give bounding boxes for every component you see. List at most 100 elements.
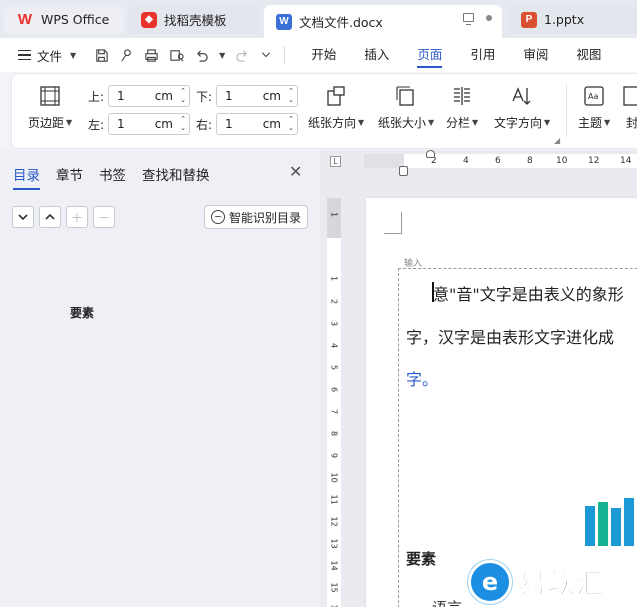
chevron-down-icon: ▼ xyxy=(70,50,77,60)
expand-down-button[interactable] xyxy=(12,206,34,228)
collapse-up-button[interactable] xyxy=(39,206,61,228)
nav-tab-sections[interactable]: 章节 xyxy=(56,164,83,190)
ruler-tick: 6 xyxy=(495,156,501,166)
ruler-tick: 6 xyxy=(329,386,339,393)
orientation-icon xyxy=(327,86,345,106)
margin-left-input[interactable]: 1 cm ⌃ ⌄ xyxy=(108,113,190,135)
ruler-tick: 9 xyxy=(329,452,339,459)
plus-icon: ＋ xyxy=(70,210,83,225)
tab-view[interactable]: 视图 xyxy=(562,38,615,72)
add-toc-item-button[interactable]: ＋ xyxy=(66,206,88,228)
dialog-launcher-icon[interactable]: ◢ xyxy=(554,136,560,145)
tab-find-template[interactable]: ◆ 找稻壳模板 xyxy=(129,5,259,34)
close-icon[interactable]: ✕ xyxy=(289,164,302,180)
columns-button[interactable]: 分栏 ▼ xyxy=(446,84,478,131)
ruler-tick: 8 xyxy=(329,430,339,437)
ruler-tick: 1 xyxy=(329,211,339,218)
margins-button[interactable]: 页边距 ▼ xyxy=(28,84,72,131)
spinner-arrows-icon[interactable]: ⌃ ⌄ xyxy=(288,115,294,133)
spinner-arrows-icon[interactable]: ⌃ ⌄ xyxy=(288,87,294,105)
word-doc-icon: W xyxy=(276,13,292,30)
quick-access-toolbar: ▼ xyxy=(94,48,272,63)
ruler-tick: 4 xyxy=(329,342,339,349)
redo-icon[interactable] xyxy=(235,48,250,63)
nav-tab-toc[interactable]: 目录 xyxy=(13,164,40,190)
unsaved-dot-icon[interactable] xyxy=(486,14,492,21)
margin-bottom-value: 1 xyxy=(225,89,233,103)
margin-top-input[interactable]: 1 cm ⌃ ⌄ xyxy=(108,85,190,107)
more-chevron-icon[interactable] xyxy=(260,49,272,61)
left-indent-handle[interactable] xyxy=(399,166,408,176)
monitor-icon[interactable] xyxy=(463,13,474,25)
embedded-chart-image[interactable] xyxy=(585,498,637,546)
vertical-ruler[interactable]: 1 1 2 3 4 5 6 7 8 9 10 11 12 13 14 15 16 xyxy=(327,198,341,607)
spinner-arrows-icon[interactable]: ⌃ ⌄ xyxy=(180,87,186,105)
menu-bar: 文件 ▼ ▼ 开始 插入 页面 引用 审阅 视图 xyxy=(0,38,637,72)
tab-pptx[interactable]: P 1.pptx xyxy=(509,5,637,34)
theme-button[interactable]: Aa 主题 ▼ xyxy=(578,84,610,131)
undo-chevron-icon[interactable]: ▼ xyxy=(219,51,225,60)
print-icon[interactable] xyxy=(144,48,159,63)
chevron-down-icon: ▼ xyxy=(358,118,365,127)
ppt-icon: P xyxy=(521,11,537,28)
ruler-tick: 13 xyxy=(329,538,339,549)
page-corner-mark xyxy=(384,212,402,234)
chevron-down-icon: ▼ xyxy=(604,118,611,127)
paragraph-line[interactable]: 意"音"文字是由表义的象形 xyxy=(433,281,624,305)
remove-toc-item-button[interactable]: － xyxy=(93,206,115,228)
tab-review[interactable]: 审阅 xyxy=(509,38,562,72)
tab-insert[interactable]: 插入 xyxy=(350,38,403,72)
ruler-tick: 2 xyxy=(329,298,339,305)
tab-stop-selector[interactable]: L xyxy=(330,156,341,167)
paper-size-icon xyxy=(396,86,414,106)
nav-tab-bookmarks[interactable]: 书签 xyxy=(99,164,126,190)
hamburger-icon[interactable] xyxy=(18,49,31,61)
tab-home[interactable]: 开始 xyxy=(297,38,350,72)
tab-document[interactable]: W 文档文件.docx xyxy=(264,5,502,38)
tab-references[interactable]: 引用 xyxy=(456,38,509,72)
format-painter-icon[interactable] xyxy=(119,48,134,63)
tab-label: 找稻壳模板 xyxy=(164,13,227,28)
first-line-indent-handle[interactable] xyxy=(426,150,435,158)
chevron-up-icon xyxy=(45,213,55,220)
print-preview-icon[interactable] xyxy=(169,48,184,63)
margin-right-value: 1 xyxy=(225,117,233,131)
paragraph-line[interactable]: 字。 xyxy=(406,366,438,390)
paper-size-button[interactable]: 纸张大小 ▼ xyxy=(378,84,434,131)
spinner-arrows-icon[interactable]: ⌃ ⌄ xyxy=(180,115,186,133)
text-direction-button[interactable]: 文字方向 ▼ xyxy=(494,84,550,131)
smart-toc-button[interactable]: 智能识别目录 xyxy=(204,205,309,229)
ruler-tick: 14 xyxy=(329,560,339,571)
smart-recognize-icon xyxy=(211,210,225,224)
nav-tabs: 目录 章节 书签 查找和替换 xyxy=(13,164,210,190)
margin-top-value: 1 xyxy=(117,89,125,103)
save-icon[interactable] xyxy=(94,48,109,63)
chevron-down-icon: ▼ xyxy=(66,118,73,127)
tab-label: WPS Office xyxy=(41,12,110,27)
nav-tab-find-replace[interactable]: 查找和替换 xyxy=(142,164,210,190)
cover-button[interactable]: 封 xyxy=(620,84,637,131)
margin-left-value: 1 xyxy=(117,117,125,131)
margin-bottom-row: 下: 1 cm ⌃ ⌄ xyxy=(196,85,298,107)
margin-bottom-input[interactable]: 1 cm ⌃ ⌄ xyxy=(216,85,298,107)
file-menu[interactable]: 文件 ▼ xyxy=(37,46,76,65)
undo-icon[interactable] xyxy=(194,48,209,63)
tab-label: 1.pptx xyxy=(544,12,585,27)
paragraph-line[interactable]: 语言 xyxy=(432,597,462,607)
toc-item[interactable]: 要素 xyxy=(70,304,94,321)
paragraph-line[interactable]: 字，汉字是由表形文字进化成 xyxy=(406,324,614,348)
theme-label: 主题 xyxy=(578,116,603,130)
tab-actions xyxy=(463,13,492,25)
tab-wps-office[interactable]: W WPS Office xyxy=(4,5,124,34)
tab-page[interactable]: 页面 xyxy=(403,38,456,72)
margin-left-row: 左: 1 cm ⌃ ⌄ xyxy=(88,113,190,135)
divider xyxy=(284,46,286,64)
margin-right-input[interactable]: 1 cm ⌃ ⌄ xyxy=(216,113,298,135)
orientation-button[interactable]: 纸张方向 ▼ xyxy=(308,84,364,131)
document-heading[interactable]: 要素 xyxy=(406,548,436,569)
ruler-tick: 11 xyxy=(329,494,339,505)
ruler-tick: 8 xyxy=(527,156,533,166)
page-ribbon: 页边距 ▼ 上: 1 cm ⌃ ⌄ 下: 1 cm ⌃ ⌄ 左: 1 cm ⌃ ⌄ 右:… xyxy=(12,74,637,148)
ruler-tick: 10 xyxy=(556,156,568,166)
text-cursor xyxy=(432,282,434,302)
